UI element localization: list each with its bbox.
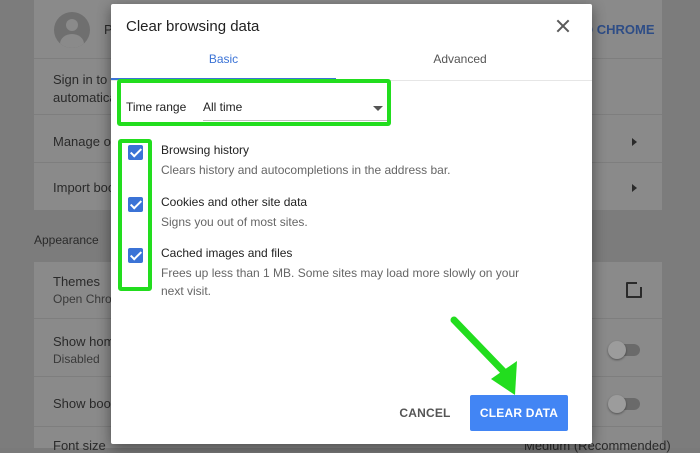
option-description: Frees up less than 1 MB. Some sites may … xyxy=(161,266,520,298)
show-bookmarks-toggle xyxy=(608,395,640,413)
clear-browsing-data-dialog: Clear browsing data Basic Advanced Time … xyxy=(111,4,592,444)
show-home-subtitle: Disabled xyxy=(53,352,100,366)
themes-title: Themes xyxy=(53,274,100,289)
cancel-button[interactable]: CANCEL xyxy=(389,395,461,431)
clear-data-button[interactable]: CLEAR DATA xyxy=(470,395,568,431)
checkboxes-highlight xyxy=(118,139,152,291)
option-description: Clears history and autocompletions in th… xyxy=(161,163,451,177)
option-description: Signs you out of most sites. xyxy=(161,215,308,229)
avatar-icon xyxy=(54,12,90,48)
themes-subtitle: Open Chro xyxy=(53,292,112,306)
font-size-title: Font size xyxy=(53,438,106,453)
appearance-heading: Appearance xyxy=(34,233,99,247)
option-title: Cookies and other site data xyxy=(161,195,308,209)
chevron-right-icon xyxy=(632,138,637,146)
import-bookmarks-row: Import boo xyxy=(53,180,116,195)
sign-in-subtext: automatica xyxy=(53,90,117,105)
sign-in-link: O CHROME xyxy=(583,22,655,37)
sign-in-text: Sign in to g xyxy=(53,72,119,87)
time-range-highlight xyxy=(117,79,391,126)
show-bookmarks-title: Show book xyxy=(53,396,118,411)
show-home-toggle xyxy=(608,341,640,359)
close-icon[interactable] xyxy=(555,18,571,34)
dialog-title: Clear browsing data xyxy=(126,18,260,35)
external-link-icon xyxy=(626,281,643,298)
chevron-right-icon xyxy=(632,184,637,192)
option-title: Browsing history xyxy=(161,143,250,157)
tab-advanced[interactable]: Advanced xyxy=(348,52,572,80)
option-title: Cached images and files xyxy=(161,246,293,260)
tab-basic[interactable]: Basic xyxy=(111,52,336,80)
